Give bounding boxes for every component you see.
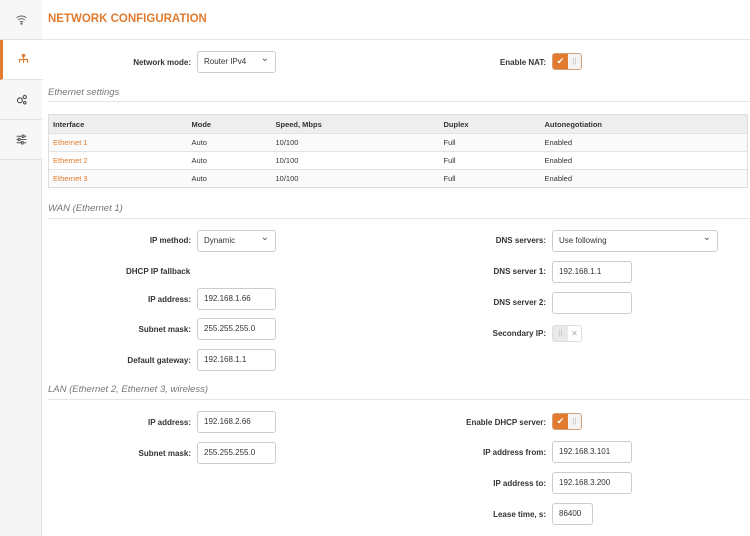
- cell: Auto: [187, 151, 272, 170]
- cell: 10/100: [271, 169, 440, 188]
- lan-ip-label: IP address:: [148, 418, 191, 427]
- interface-link[interactable]: Ethernet 3: [48, 169, 188, 188]
- cell: Enabled: [540, 151, 748, 170]
- ip-method-label: IP method:: [149, 236, 191, 245]
- lease-time-label: Lease time, s:: [493, 510, 546, 519]
- col-speed: Speed, Mbps: [271, 114, 440, 134]
- cell: 10/100: [271, 151, 440, 170]
- dns1-input[interactable]: 192.168.1.1: [552, 261, 632, 283]
- col-interface: Interface: [48, 114, 188, 134]
- ip-method-select[interactable]: Dynamic: [197, 228, 276, 252]
- wan-ip-input[interactable]: 192.168.1.66: [197, 288, 276, 310]
- dns-servers-label: DNS servers:: [495, 236, 546, 245]
- lan-ip-input[interactable]: 192.168.2.66: [197, 411, 276, 433]
- table-row: Ethernet 3 Auto 10/100 Full Enabled: [48, 169, 748, 188]
- cell: 10/100: [271, 133, 440, 152]
- col-autoneg: Autonegotiation: [540, 114, 748, 134]
- check-icon: ✔: [553, 54, 568, 69]
- ip-to-label: IP address to:: [493, 479, 546, 488]
- table-row: Ethernet 1 Auto 10/100 Full Enabled: [48, 133, 748, 152]
- ethernet-heading: Ethernet settings: [48, 87, 120, 98]
- ip-from-label: IP address from:: [483, 448, 546, 457]
- lan-mask-input[interactable]: 255.255.255.0: [197, 442, 276, 464]
- sliders-icon: [16, 134, 26, 145]
- ip-from-input[interactable]: 192.168.3.101: [552, 441, 632, 463]
- wan-mask-label: Subnet mask:: [138, 325, 191, 334]
- nat-label: Enable NAT:: [499, 58, 546, 67]
- dns2-label: DNS server 2:: [493, 298, 546, 307]
- interface-link[interactable]: Ethernet 1: [48, 133, 188, 152]
- network-mode-label: Network mode:: [133, 58, 191, 67]
- dhcp-server-toggle[interactable]: ✔ ||: [552, 413, 582, 430]
- gears-icon: [16, 94, 27, 105]
- col-duplex: Duplex: [439, 114, 541, 134]
- check-icon: ✔: [553, 414, 568, 429]
- secondary-ip-toggle[interactable]: || ✕: [552, 325, 582, 342]
- interface-link[interactable]: Ethernet 2: [48, 151, 188, 170]
- network-icon: [18, 54, 28, 63]
- dns1-label: DNS server 1:: [493, 267, 546, 276]
- page-title: NETWORK CONFIGURATION: [48, 13, 207, 25]
- secondary-ip-label: Secondary IP:: [492, 329, 546, 338]
- ip-to-input[interactable]: 192.168.3.200: [552, 472, 632, 494]
- lease-time-input[interactable]: 86400: [552, 503, 593, 525]
- wan-heading: WAN (Ethernet 1): [48, 203, 123, 214]
- dhcp-server-label: Enable DHCP server:: [466, 418, 546, 427]
- lan-heading: LAN (Ethernet 2, Ethernet 3, wireless): [48, 384, 208, 395]
- wan-ip-label: IP address:: [148, 295, 191, 304]
- lan-mask-label: Subnet mask:: [138, 449, 191, 458]
- x-icon: ✕: [568, 326, 581, 341]
- ethernet-table: Interface Mode Speed, Mbps Duplex Autone…: [48, 114, 748, 188]
- sidebar-tab-system[interactable]: [0, 120, 42, 160]
- wan-gateway-input[interactable]: 192.168.1.1: [197, 349, 276, 371]
- sidebar-tab-network[interactable]: [0, 40, 43, 80]
- wan-mask-input[interactable]: 255.255.255.0: [197, 318, 276, 340]
- dhcp-fallback-label: DHCP IP fallback: [126, 267, 191, 276]
- sidebar: [0, 0, 43, 536]
- cell: Full: [439, 169, 541, 188]
- sidebar-tab-services[interactable]: [0, 80, 42, 120]
- sidebar-tab-wireless[interactable]: [0, 0, 42, 40]
- nat-toggle[interactable]: ✔ ||: [552, 53, 582, 70]
- col-mode: Mode: [187, 114, 272, 134]
- cell: Full: [439, 133, 541, 152]
- network-mode-select[interactable]: Router IPv4: [197, 49, 276, 73]
- cell: Enabled: [540, 169, 748, 188]
- cell: Enabled: [540, 133, 748, 152]
- cell: Auto: [187, 133, 272, 152]
- cell: Full: [439, 151, 541, 170]
- cell: Auto: [187, 169, 272, 188]
- table-row: Ethernet 2 Auto 10/100 Full Enabled: [48, 151, 748, 170]
- wan-gateway-label: Default gateway:: [127, 356, 191, 365]
- dns2-input[interactable]: [552, 292, 632, 314]
- dns-servers-select[interactable]: Use following: [552, 228, 718, 252]
- wifi-icon: [15, 15, 27, 25]
